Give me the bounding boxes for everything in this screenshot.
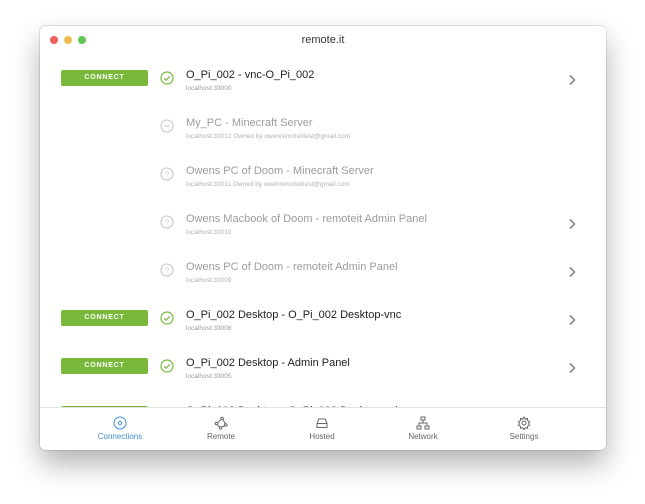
connection-list: CONNECT O_Pi_002 - vnc-O_Pi_002 localhost:… xyxy=(40,55,606,407)
tab-label: Hosted xyxy=(309,432,335,441)
blocked-icon xyxy=(160,119,174,133)
connection-row[interactable]: ? Owens Macbook of Doom - remoteit Admin … xyxy=(40,199,606,246)
svg-text:?: ? xyxy=(165,266,169,275)
connection-row[interactable]: ? Owens PC of Doom - remoteit Admin Panel… xyxy=(40,247,606,294)
tab-network[interactable]: Network xyxy=(373,408,473,450)
service-address: localhost:33009 xyxy=(186,277,232,284)
connection-row[interactable]: CONNECT O_Pi_002 - vnc-O_Pi_002 localhost:… xyxy=(40,55,606,102)
hosted-icon xyxy=(315,416,329,430)
service-address: localhost:33008 xyxy=(186,325,232,332)
unknown-icon: ? xyxy=(160,263,174,277)
connection-row[interactable]: CONNECT O_Pi_002 Desktop - O_Pi_002 Deskt… xyxy=(40,295,606,342)
window-title: remote.it xyxy=(301,34,345,46)
service-name: O_Pi_002 - vnc-O_Pi_002 xyxy=(186,69,315,81)
service-name: My_PC - Minecraft Server xyxy=(186,117,313,129)
connect-button[interactable]: CONNECT xyxy=(61,70,148,86)
tab-settings[interactable]: Settings xyxy=(474,408,574,450)
title-bar: remote.it xyxy=(40,26,606,55)
service-name: Owens Macbook of Doom - remoteit Admin P… xyxy=(186,213,427,225)
unknown-icon: ? xyxy=(160,215,174,229)
chevron-right-icon[interactable] xyxy=(567,313,577,325)
service-name: O_Pi_002 Desktop - O_Pi_002 Desktop-vnc xyxy=(186,309,402,321)
tab-label: Settings xyxy=(509,432,539,441)
service-address: localhost:33010 xyxy=(186,229,232,236)
service-name: Owens PC of Doom - remoteit Admin Panel xyxy=(186,261,398,273)
remote-icon xyxy=(214,416,228,430)
connect-button[interactable]: CONNECT xyxy=(61,310,148,326)
tab-remote[interactable]: Remote xyxy=(171,408,271,450)
service-address: localhost:33005 xyxy=(186,373,232,380)
tab-label: Network xyxy=(408,432,438,441)
chevron-right-icon[interactable] xyxy=(567,217,577,229)
online-check-icon xyxy=(160,359,174,373)
svg-text:?: ? xyxy=(165,170,169,179)
tab-label: Connections xyxy=(97,432,143,441)
chevron-right-icon[interactable] xyxy=(567,361,577,373)
connection-row[interactable]: ? Owens PC of Doom - Minecraft Server loca… xyxy=(40,151,606,198)
tab-label: Remote xyxy=(206,432,235,441)
service-name: O_Pi_002 Desktop - Admin Panel xyxy=(186,357,350,369)
connection-row[interactable]: My_PC - Minecraft Server localhost:33012 … xyxy=(40,103,606,150)
service-address: localhost:33000 xyxy=(186,85,232,92)
connection-row[interactable]: CONNECT O_Pi_002 Desktop - Admin Panel loc… xyxy=(40,343,606,390)
service-name: Owens PC of Doom - Minecraft Server xyxy=(186,165,374,177)
chevron-right-icon[interactable] xyxy=(567,265,577,277)
tab-hosted[interactable]: Hosted xyxy=(272,408,372,450)
unknown-icon: ? xyxy=(160,167,174,181)
connection-row[interactable]: CONNECTO_Pi_002 Desktop - O_Pi_002 Deskt… xyxy=(40,391,606,407)
app-window: remote.it CONNECT O_Pi_002 - vnc-O_Pi_002… xyxy=(40,26,606,450)
settings-icon xyxy=(517,416,531,431)
network-icon xyxy=(416,416,430,430)
online-check-icon xyxy=(160,71,174,85)
svg-text:?: ? xyxy=(165,218,169,227)
service-address: localhost:33011 Owned by owenremoteittes… xyxy=(186,181,350,188)
chevron-right-icon[interactable] xyxy=(567,73,577,85)
connect-button[interactable]: CONNECT xyxy=(61,358,148,374)
service-address: localhost:33012 Owned by owenremoteittes… xyxy=(186,133,351,140)
online-check-icon xyxy=(160,311,174,325)
connections-icon xyxy=(113,416,127,430)
tab-connections[interactable]: Connections xyxy=(70,408,170,450)
tab-bar: Connections Remote Hosted Network Settings xyxy=(40,407,606,450)
